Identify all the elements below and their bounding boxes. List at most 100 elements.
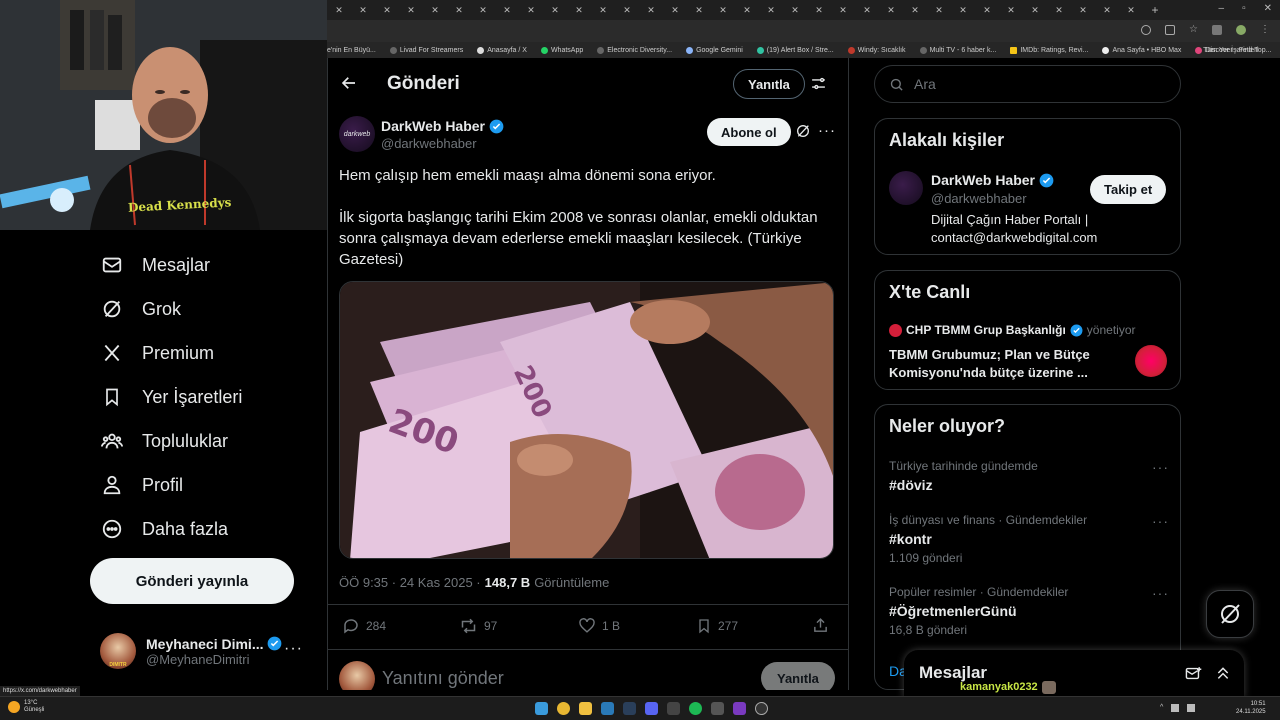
author-name[interactable]: DarkWeb Haber: [381, 118, 485, 134]
nav-item-more[interactable]: Daha fazla: [100, 511, 228, 547]
browser-tab[interactable]: ✕: [591, 1, 615, 19]
new-tab-icon[interactable]: +: [1143, 1, 1167, 19]
browser-tab[interactable]: ✕: [639, 1, 663, 19]
bookmark-item[interactable]: Google Gemini: [686, 46, 743, 54]
bookmark-item[interactable]: Windy: Sıcaklık: [847, 46, 906, 54]
browser-tab[interactable]: ✕: [831, 1, 855, 19]
bookmark-item[interactable]: e'nin En Büyü...: [327, 47, 376, 54]
bookmark-item[interactable]: Ana Sayfa • HBO Max: [1102, 46, 1181, 54]
subscribe-button[interactable]: Abone ol: [707, 118, 791, 146]
filter-settings-icon[interactable]: [810, 75, 827, 97]
weather-widget[interactable]: 13°C Güneşli: [8, 700, 44, 714]
file-explorer-icon[interactable]: [579, 702, 592, 715]
bookmark-item[interactable]: IMDb: Ratings, Revi...: [1010, 46, 1088, 54]
browser-tab[interactable]: ✕: [951, 1, 975, 19]
spotify-icon[interactable]: [689, 702, 702, 715]
obs-icon[interactable]: [755, 702, 768, 715]
bookmark-item[interactable]: Electronic Diversity...: [597, 46, 672, 54]
grok-icon[interactable]: [795, 123, 811, 144]
browser-tab[interactable]: ✕: [495, 1, 519, 19]
author-avatar[interactable]: darkweb: [339, 116, 375, 152]
browser-tab[interactable]: ✕: [567, 1, 591, 19]
browser-tab[interactable]: ✕: [663, 1, 687, 19]
post-button[interactable]: Gönderi yayınla: [90, 558, 294, 604]
expand-drawer-icon[interactable]: [1215, 664, 1231, 687]
more-dots-icon[interactable]: ···: [284, 640, 303, 658]
browser-tab[interactable]: ✕: [999, 1, 1023, 19]
related-name[interactable]: DarkWeb Haber: [931, 172, 1035, 188]
follow-button[interactable]: Takip et: [1090, 175, 1167, 204]
trend-item[interactable]: İş dünyası ve finans · Gündemdekiler #ko…: [889, 513, 1169, 565]
close-window-icon[interactable]: ✕: [1264, 3, 1272, 14]
browser-tab[interactable]: ✕: [759, 1, 783, 19]
browser-tab[interactable]: ✕: [615, 1, 639, 19]
browser-tab[interactable]: ✕: [351, 1, 375, 19]
live-host[interactable]: CHP TBMM Grup Başkanlığı: [906, 323, 1066, 337]
author-handle[interactable]: @darkwebhaber: [381, 136, 477, 151]
nav-item-premium[interactable]: Premium: [100, 335, 214, 371]
nav-item-bookmarks[interactable]: Yer İşaretleri: [100, 379, 242, 415]
browser-tab[interactable]: ✕: [471, 1, 495, 19]
app-icon[interactable]: [667, 702, 680, 715]
grok-fab[interactable]: [1206, 590, 1254, 638]
app-icon[interactable]: [711, 702, 724, 715]
maximize-icon[interactable]: ▫: [1242, 3, 1246, 14]
bookmark-item[interactable]: (19) Alert Box / Stre...: [756, 46, 834, 54]
reply-input[interactable]: Yanıtını gönder: [382, 668, 504, 689]
browser-tab[interactable]: ✕: [879, 1, 903, 19]
browser-tab[interactable]: ✕: [855, 1, 879, 19]
browser-tab[interactable]: ✕: [447, 1, 471, 19]
related-avatar[interactable]: [889, 171, 923, 205]
share-action[interactable]: [812, 617, 829, 634]
profile-icon[interactable]: [1236, 25, 1246, 35]
browser-tab[interactable]: ✕: [327, 1, 351, 19]
zoom-icon[interactable]: [1141, 25, 1152, 35]
bookmark-item[interactable]: Livad For Streamers: [389, 46, 463, 54]
reply-submit-button[interactable]: Yanıtla: [761, 662, 835, 690]
bookmark-item[interactable]: WhatsApp: [540, 46, 583, 54]
browser-tab[interactable]: ✕: [1023, 1, 1047, 19]
tweet-image[interactable]: 200 200: [339, 281, 834, 559]
nav-item-messages[interactable]: Mesajlar: [100, 247, 210, 283]
browser-tab[interactable]: ✕: [735, 1, 759, 19]
trend-item[interactable]: Popüler resimler · Gündemdekiler #Öğretm…: [889, 585, 1169, 637]
bookmark-item[interactable]: Multi TV - 6 haber k...: [919, 46, 996, 54]
more-dots-icon[interactable]: ···: [818, 122, 836, 139]
steam-icon[interactable]: [623, 702, 636, 715]
reply-header-button[interactable]: Yanıtla: [733, 69, 805, 99]
cast-icon[interactable]: [1165, 25, 1176, 35]
browser-tab[interactable]: ✕: [543, 1, 567, 19]
all-bookmarks[interactable]: Tüm Yer İşaretleri: [1203, 47, 1258, 54]
menu-icon[interactable]: ⋮: [1260, 25, 1270, 35]
browser-tab[interactable]: ✕: [807, 1, 831, 19]
bookmark-action[interactable]: 277: [696, 617, 738, 635]
nav-item-communities[interactable]: Topluluklar: [100, 423, 228, 459]
browser-tab[interactable]: ✕: [927, 1, 951, 19]
live-title[interactable]: TBMM Grubumuz; Plan ve Bütçe Komisyonu'n…: [889, 346, 1109, 382]
nav-item-grok[interactable]: Grok: [100, 291, 181, 327]
browser-tab[interactable]: ✕: [1095, 1, 1119, 19]
back-arrow-icon[interactable]: [340, 74, 358, 97]
browser-tab[interactable]: ✕: [399, 1, 423, 19]
tweet-timestamp[interactable]: ÖÖ 9:35 · 24 Kas 2025 ·: [339, 575, 481, 590]
more-dots-icon[interactable]: ···: [1152, 585, 1169, 601]
bookmark-item[interactable]: Anasayfa / X: [477, 46, 527, 54]
browser-tab[interactable]: ✕: [783, 1, 807, 19]
account-switcher[interactable]: DIMITR Meyhaneci Dimi... @MeyhaneDimitri…: [100, 628, 315, 674]
like-action[interactable]: 1 B: [578, 617, 620, 634]
more-dots-icon[interactable]: ···: [1152, 513, 1169, 529]
more-dots-icon[interactable]: ···: [1152, 459, 1169, 475]
browser-tab[interactable]: ✕: [711, 1, 735, 19]
minimize-icon[interactable]: –: [1219, 3, 1225, 14]
nav-item-profile[interactable]: Profil: [100, 467, 183, 503]
browser-tab[interactable]: ✕: [375, 1, 399, 19]
new-message-icon[interactable]: [1184, 665, 1203, 687]
app-icon[interactable]: [733, 702, 746, 715]
clock[interactable]: 10:51 24.11.2025: [1236, 700, 1266, 716]
live-thumbnail[interactable]: [1135, 345, 1167, 377]
browser-tab[interactable]: ✕: [1047, 1, 1071, 19]
search-input[interactable]: Ara: [874, 65, 1181, 103]
extensions-icon[interactable]: [1212, 25, 1222, 35]
star-icon[interactable]: ☆: [1189, 25, 1198, 35]
start-icon[interactable]: [535, 702, 548, 715]
